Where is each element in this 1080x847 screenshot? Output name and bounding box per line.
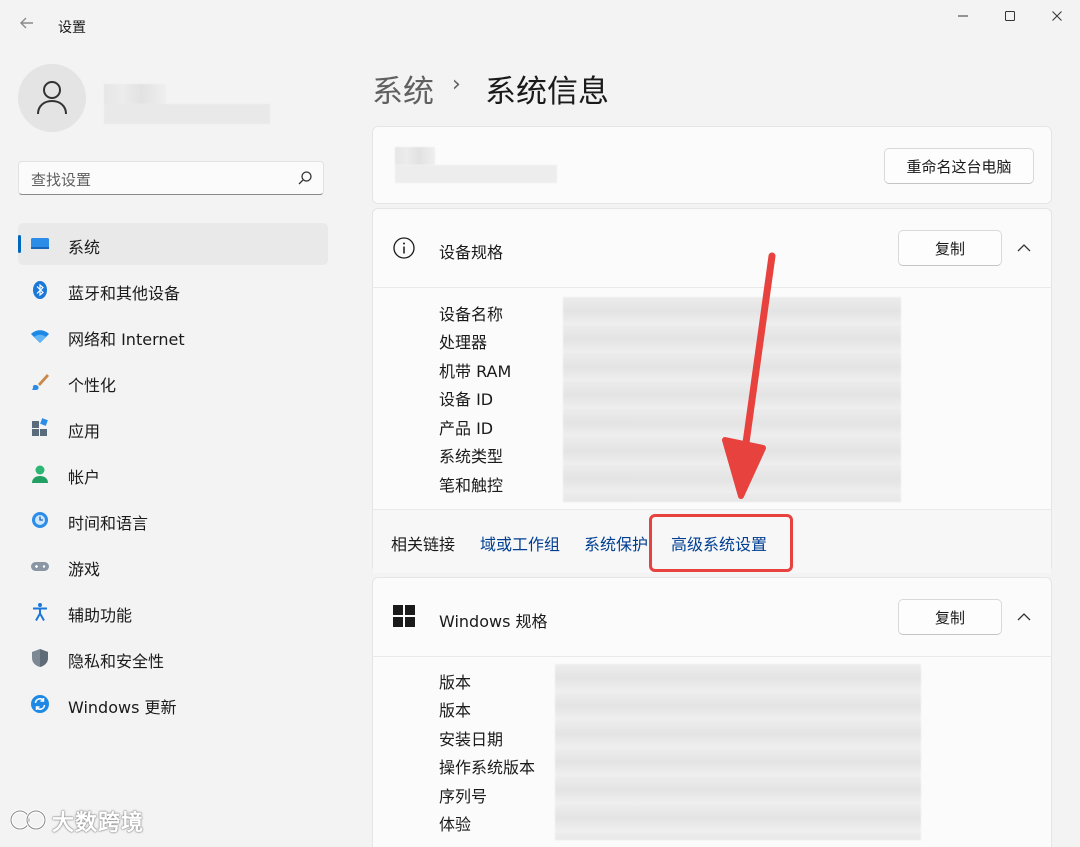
sidebar-item-privacy[interactable]: 隐私和安全性	[18, 637, 328, 679]
sidebar-item-time-language[interactable]: 时间和语言	[18, 499, 328, 541]
spec-label-os-build: 操作系统版本	[439, 758, 536, 777]
divider	[373, 656, 1051, 657]
spec-label-experience: 体验	[439, 815, 472, 834]
sidebar-item-bluetooth[interactable]: 蓝牙和其他设备	[18, 269, 328, 311]
spec-label-device-id: 设备 ID	[439, 390, 494, 409]
breadcrumb-parent[interactable]: 系统	[372, 66, 434, 111]
breadcrumb-separator: ›	[452, 72, 461, 97]
annotation-highlight-box	[649, 514, 793, 572]
page-title: 系统信息	[485, 74, 609, 110]
wifi-icon	[31, 330, 49, 343]
watermark-text: 大数跨境	[52, 811, 145, 836]
spec-label-device-name: 设备名称	[439, 305, 504, 324]
windows-logo-icon	[393, 605, 415, 627]
blurred-windows-values	[555, 664, 921, 840]
brush-icon	[32, 374, 49, 390]
minimize-button[interactable]	[940, 4, 986, 32]
shield-icon	[32, 649, 48, 667]
time-language-icon	[32, 512, 48, 528]
windows-specs-card: Windows 规格 复制 版本 版本 安装日期 操作系统版本 序列号 体验	[372, 577, 1052, 847]
spec-label-ram: 机带 RAM	[439, 362, 512, 381]
blurred-user-email	[104, 104, 270, 124]
sidebar-item-personalization[interactable]: 个性化	[18, 361, 328, 403]
blurred-pc-model	[395, 165, 557, 183]
update-icon	[31, 695, 49, 713]
search-icon[interactable]	[297, 170, 313, 186]
chevron-up-icon[interactable]	[1016, 609, 1032, 625]
spec-label-pen-touch: 笔和触控	[439, 476, 504, 495]
sidebar-item-accounts[interactable]: 帐户	[18, 453, 328, 495]
link-domain-workgroup[interactable]: 域或工作组	[480, 531, 560, 555]
sidebar-nav: 系统 蓝牙和其他设备 网络和 Internet 个性化 应用 帐户 时间和语言 …	[18, 223, 328, 729]
blurred-user-name	[104, 84, 166, 104]
related-links-label: 相关链接	[391, 535, 456, 554]
spec-label-version: 版本	[439, 701, 472, 720]
spec-label-edition: 版本	[439, 673, 472, 692]
copy-windows-specs-button[interactable]: 复制	[898, 599, 1002, 635]
accessibility-icon	[33, 603, 47, 621]
sidebar-item-system[interactable]: 系统	[18, 223, 328, 265]
windows-specs-header[interactable]: Windows 规格 复制	[373, 578, 1051, 656]
title-bar: 设置	[0, 0, 1080, 48]
blurred-pc-name	[395, 147, 435, 165]
spec-label-system-type: 系统类型	[439, 447, 504, 466]
gamepad-icon	[31, 562, 49, 571]
device-specs-title: 设备规格	[439, 243, 504, 262]
close-button[interactable]	[1034, 4, 1080, 32]
spec-label-product-id: 产品 ID	[439, 419, 494, 438]
sidebar-item-apps[interactable]: 应用	[18, 407, 328, 449]
app-title: 设置	[58, 20, 86, 36]
bluetooth-icon	[33, 281, 47, 299]
annotation-arrow-icon	[722, 252, 776, 499]
info-icon	[393, 237, 415, 259]
back-arrow-icon[interactable]	[16, 14, 38, 36]
chevron-up-icon[interactable]	[1016, 240, 1032, 256]
spec-label-serial-number: 序列号	[439, 787, 488, 806]
sidebar-item-accessibility[interactable]: 辅助功能	[18, 591, 328, 633]
search-input[interactable]	[29, 168, 293, 192]
windows-specs-title: Windows 规格	[439, 612, 548, 631]
user-icon	[37, 81, 67, 115]
device-specs-header[interactable]: 设备规格 复制	[373, 209, 1051, 287]
pc-name-card: 重命名这台电脑	[372, 126, 1052, 204]
apps-icon	[32, 418, 48, 436]
rename-pc-button[interactable]: 重命名这台电脑	[884, 148, 1034, 184]
search-box[interactable]	[18, 161, 324, 195]
sidebar-item-windows-update[interactable]: Windows 更新	[18, 683, 328, 725]
avatar[interactable]	[18, 64, 86, 132]
divider	[373, 287, 1051, 288]
watermark-logo-icon	[10, 809, 47, 831]
sidebar-item-network[interactable]: 网络和 Internet	[18, 315, 328, 357]
maximize-button[interactable]	[987, 4, 1033, 32]
spec-label-processor: 处理器	[439, 333, 488, 352]
system-icon	[31, 238, 49, 249]
spec-label-install-date: 安装日期	[439, 730, 504, 749]
link-system-protection[interactable]: 系统保护	[584, 531, 648, 555]
copy-device-specs-button[interactable]: 复制	[898, 230, 1002, 266]
account-icon	[32, 465, 48, 483]
sidebar-item-gaming[interactable]: 游戏	[18, 545, 328, 587]
